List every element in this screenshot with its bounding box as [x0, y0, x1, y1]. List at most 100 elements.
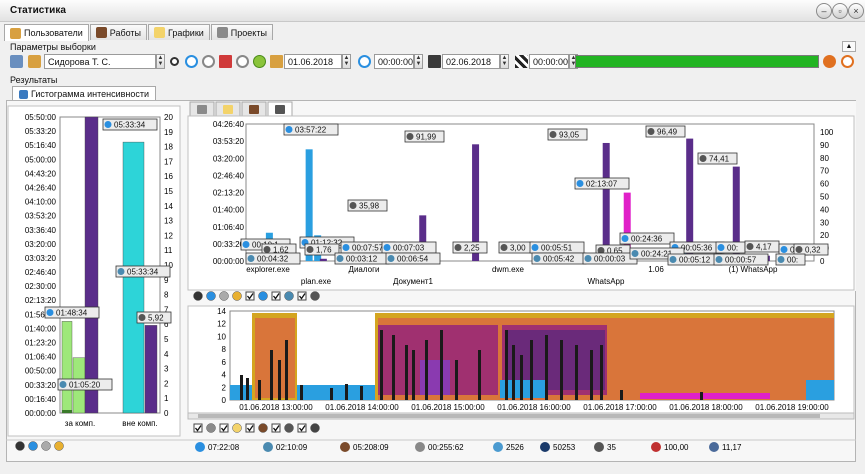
activity-spike [412, 350, 415, 400]
y2-tick-label: 30 [820, 218, 829, 227]
net-icon [117, 268, 125, 275]
clock-icon [263, 246, 271, 253]
data-label-text: 91,99 [416, 133, 437, 142]
percent-icon[interactable] [232, 291, 242, 301]
activity-spike [285, 340, 288, 400]
clock-icon [406, 133, 414, 140]
pin-icon [383, 244, 391, 251]
x-tick-label: 01.06.2018 16:00:00 [497, 403, 571, 412]
percent-icon[interactable] [54, 441, 64, 451]
net-icon [336, 255, 344, 262]
bar-active [61, 321, 73, 414]
network-icon [263, 442, 273, 452]
data-label-text: 00: [727, 244, 738, 253]
top-data-label: 74,41 [697, 152, 738, 165]
status-value: 100,00 [664, 443, 689, 452]
activity-spike [620, 390, 623, 400]
y2-tick-label: 50 [820, 193, 829, 202]
transfer-icon [594, 442, 604, 452]
cube-icon[interactable] [284, 423, 294, 433]
top-data-label: 00:00:57 [713, 253, 769, 266]
data-label-text: 05:33:34 [114, 121, 146, 130]
y2-tick-label: 17 [164, 157, 173, 166]
bar-base [62, 410, 72, 413]
pin-icon [342, 244, 350, 251]
y-tick-label: 01:06:40 [213, 223, 245, 232]
charts-canvas: 05:50:00 05:33:20 05:16:40 05:00:00 04:43:20… [6, 101, 856, 452]
minus-circle-icon[interactable] [41, 441, 51, 451]
activity-spike [530, 340, 533, 400]
activity-spike [455, 360, 458, 400]
data-label-text: 2,25 [464, 244, 480, 253]
y-tick-label: 00:33:20 [213, 240, 245, 249]
activity-spike [360, 386, 363, 400]
data-label-text: 00:07:57 [352, 244, 384, 253]
y2-tick-label: 70 [820, 167, 829, 176]
scroll-thumb[interactable] [198, 414, 820, 418]
y-tick-label: 01:40:00 [213, 206, 245, 215]
data-label-text: 93,05 [559, 131, 580, 140]
net-icon [777, 256, 785, 263]
clock-icon[interactable] [206, 291, 216, 301]
gauge-icon [651, 442, 661, 452]
x-tick-label: 01.06.2018 14:00:00 [325, 403, 399, 412]
data-label-text: 1,76 [316, 246, 332, 255]
users-icon [493, 442, 503, 452]
pin-icon [46, 309, 54, 316]
network-icon[interactable] [206, 423, 216, 433]
y-tick-label: 02:46:40 [213, 171, 245, 180]
category-label: за комп. [65, 419, 95, 428]
top-data-label: 00:03:12 [334, 252, 390, 265]
y-tick-label: 05:00:00 [25, 155, 57, 164]
folder-icon[interactable] [232, 423, 242, 433]
y-tick-label: 04:43:20 [25, 169, 57, 178]
y-tick-label: 01:23:20 [25, 339, 57, 348]
y2-tick-label: 2 [164, 379, 169, 388]
category-label: (1) WhatsApp [729, 265, 778, 274]
activity-spike [700, 392, 703, 400]
pin-icon [104, 121, 112, 128]
category-label: Документ1 [393, 277, 433, 286]
top-data-label: 1,76 [304, 243, 340, 256]
data-label-text: 00:05:42 [543, 255, 575, 264]
clock-icon[interactable] [310, 291, 320, 301]
y2-tick-label: 60 [820, 180, 829, 189]
activity-spike [560, 340, 563, 400]
x-tick-label: 01.06.2018 19:00:00 [755, 403, 829, 412]
clock-icon [138, 314, 146, 321]
top-data-label: 00:06:54 [385, 252, 441, 265]
network-icon[interactable] [284, 291, 294, 301]
activity-spike [380, 330, 383, 400]
y2-tick-label: 12 [164, 231, 173, 240]
left-data-label: 01:05:20 [57, 378, 113, 391]
data-label-text: 01:05:20 [69, 381, 101, 390]
y-tick-label: 0 [222, 396, 227, 405]
top-filter-row [193, 291, 320, 301]
category-label: 1.06 [648, 265, 664, 274]
minus-circle-icon[interactable] [219, 291, 229, 301]
x-tick-label: 01.06.2018 15:00:00 [411, 403, 485, 412]
y-tick-label: 03:03:20 [25, 254, 57, 263]
status-value: 02:10:09 [276, 443, 308, 452]
hammer-icon[interactable] [258, 423, 268, 433]
y-tick-label: 04:10:00 [25, 198, 57, 207]
radio-icon[interactable] [193, 291, 203, 301]
status-bar: 07:22:08 02:10:09 05:208:09 00:255:62 2526 50… [6, 439, 856, 452]
y-tick-label: 05:50:00 [25, 113, 57, 122]
y-tick-label: 03:20:00 [25, 240, 57, 249]
y-tick-label: 02:13:20 [25, 296, 57, 305]
clock-icon[interactable] [310, 423, 320, 433]
y2-tick-label: 0 [820, 257, 825, 266]
pin-icon[interactable] [258, 291, 268, 301]
clock-icon[interactable] [28, 441, 38, 451]
status-value: 11,17 [722, 443, 742, 452]
status-value: 2526 [506, 443, 524, 452]
radio-icon[interactable] [15, 441, 25, 451]
activity-spike [246, 378, 249, 400]
y-tick-label: 4 [222, 371, 227, 380]
clock-icon [500, 244, 508, 251]
y-tick-label: 14 [217, 307, 226, 316]
y-tick-label: 02:30:00 [25, 282, 57, 291]
y-tick-label: 00:00:00 [213, 257, 245, 266]
top-data-label: 00:24:36 [619, 232, 675, 245]
